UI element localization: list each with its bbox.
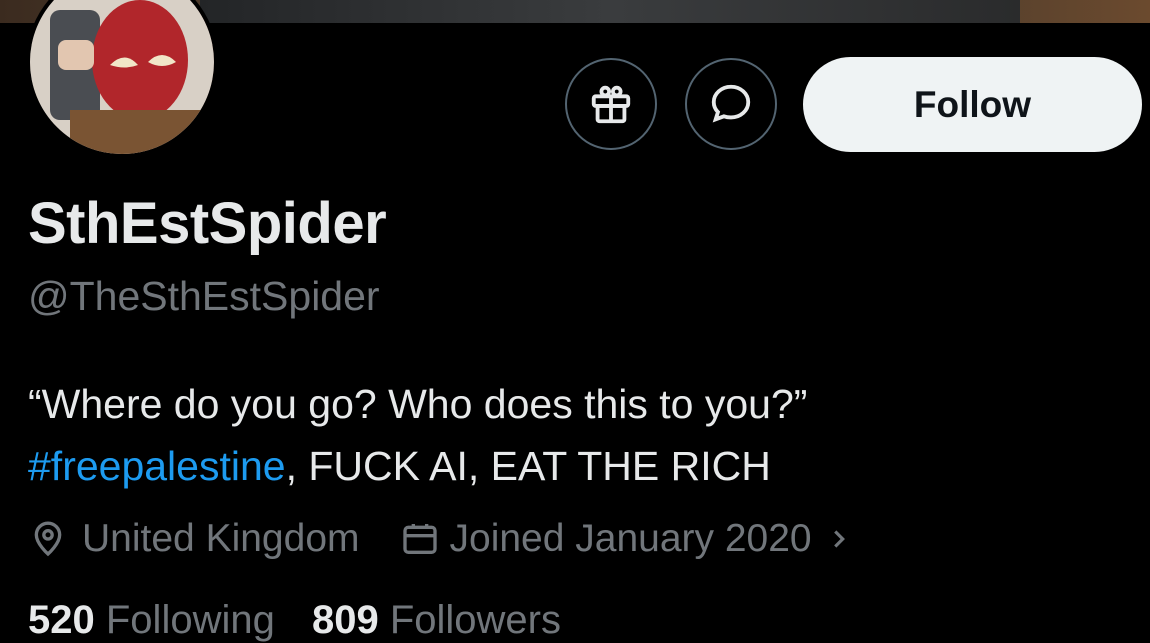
chevron-right-icon	[833, 530, 845, 548]
bio-line-2: #freepalestine, FUCK AI, EAT THE RICH	[28, 435, 807, 497]
bio: “Where do you go? Who does this to you?”…	[28, 373, 807, 497]
gift-button[interactable]	[565, 58, 657, 150]
follow-label: Follow	[913, 83, 1032, 125]
gift-icon	[591, 85, 631, 124]
calendar-icon	[402, 524, 437, 554]
avatar-image	[30, 0, 214, 154]
location-text: United Kingdom	[82, 517, 360, 560]
profile-meta: United Kingdom Joined January 2020	[28, 512, 854, 566]
joined-item[interactable]: Joined January 2020	[400, 517, 854, 561]
avatar[interactable]	[26, 0, 218, 158]
joined-text: Joined January 2020	[449, 517, 812, 560]
hashtag-link[interactable]: #freepalestine	[28, 443, 286, 489]
follow-button[interactable]: Follow	[803, 57, 1142, 152]
followers-label: Followers	[389, 598, 561, 642]
location-pin-icon	[34, 521, 62, 557]
bio-line-2-text: , FUCK AI, EAT THE RICH	[285, 443, 771, 489]
following-label: Following	[105, 598, 275, 642]
display-name: SthEstSpider	[28, 191, 387, 256]
following-count: 520	[28, 598, 95, 642]
followers-count: 809	[311, 598, 379, 642]
follow-stats: 520 Following 809 Followers	[28, 598, 561, 643]
bio-line-1: “Where do you go? Who does this to you?”	[28, 381, 808, 427]
banner-image	[200, 0, 1020, 23]
followers-link[interactable]: 809 Followers	[312, 598, 561, 642]
location-item: United Kingdom	[28, 517, 360, 561]
message-icon	[711, 84, 751, 123]
message-button[interactable]	[685, 58, 777, 150]
following-link[interactable]: 520 Following	[28, 598, 275, 642]
user-handle: @TheSthEstSpider	[28, 273, 380, 319]
